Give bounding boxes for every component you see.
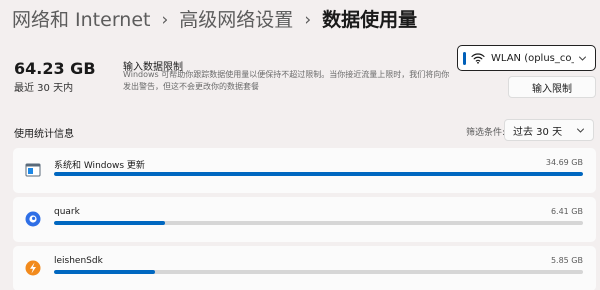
data-limit-description: Windows 可帮助你跟踪数据使用量以便保持不超过限制。当你接近流量上限时，我… [123, 70, 450, 91]
list-item[interactable]: leishenSdk 5.85 GB [13, 246, 596, 290]
total-usage-caption: 最近 30 天内 [14, 83, 74, 94]
usage-bar-track [54, 172, 583, 176]
page-title: 数据使用量 [322, 9, 418, 31]
windows-settings-icon [25, 163, 41, 177]
usage-bar-track [54, 270, 583, 274]
network-dropdown[interactable]: WLAN (oplus_co_ap [457, 45, 596, 71]
usage-stats-title: 使用统计信息 [14, 129, 74, 140]
quark-icon [25, 211, 41, 227]
breadcrumb: 网络和 Internet › 高级网络设置 › 数据使用量 [12, 7, 417, 33]
wifi-icon [471, 53, 485, 64]
app-usage-size: 34.69 GB [545, 158, 583, 167]
usage-bar-fill [54, 172, 583, 176]
breadcrumb-network-internet[interactable]: 网络和 Internet [12, 7, 150, 33]
app-name: leishenSdk [54, 256, 103, 266]
filter-label: 筛选条件: [466, 128, 506, 138]
breadcrumb-advanced-network[interactable]: 高级网络设置 [179, 7, 293, 33]
time-filter-value: 过去 30 天 [513, 126, 563, 138]
list-item[interactable]: 系统和 Windows 更新 34.69 GB [13, 148, 596, 193]
list-item[interactable]: quark 6.41 GB [13, 197, 596, 242]
usage-bar-track [54, 221, 583, 225]
focus-accent [463, 51, 466, 65]
app-name: 系统和 Windows 更新 [54, 161, 145, 171]
leishen-icon [25, 260, 41, 276]
usage-bar-fill [54, 221, 166, 225]
app-usage-size: 6.41 GB [550, 207, 583, 216]
time-filter-dropdown[interactable]: 过去 30 天 [504, 119, 594, 141]
chevron-right-icon: › [161, 10, 169, 30]
app-usage-size: 5.85 GB [550, 256, 583, 265]
app-name: quark [54, 207, 80, 217]
enter-limit-button[interactable]: 输入限制 [508, 76, 596, 98]
usage-bar-fill [54, 270, 155, 274]
network-selected-label: WLAN (oplus_co_ap [491, 52, 574, 64]
chevron-down-icon [579, 56, 586, 61]
chevron-down-icon [577, 128, 584, 133]
total-usage-value: 64.23 GB [14, 59, 96, 78]
chevron-right-icon: › [304, 10, 312, 30]
